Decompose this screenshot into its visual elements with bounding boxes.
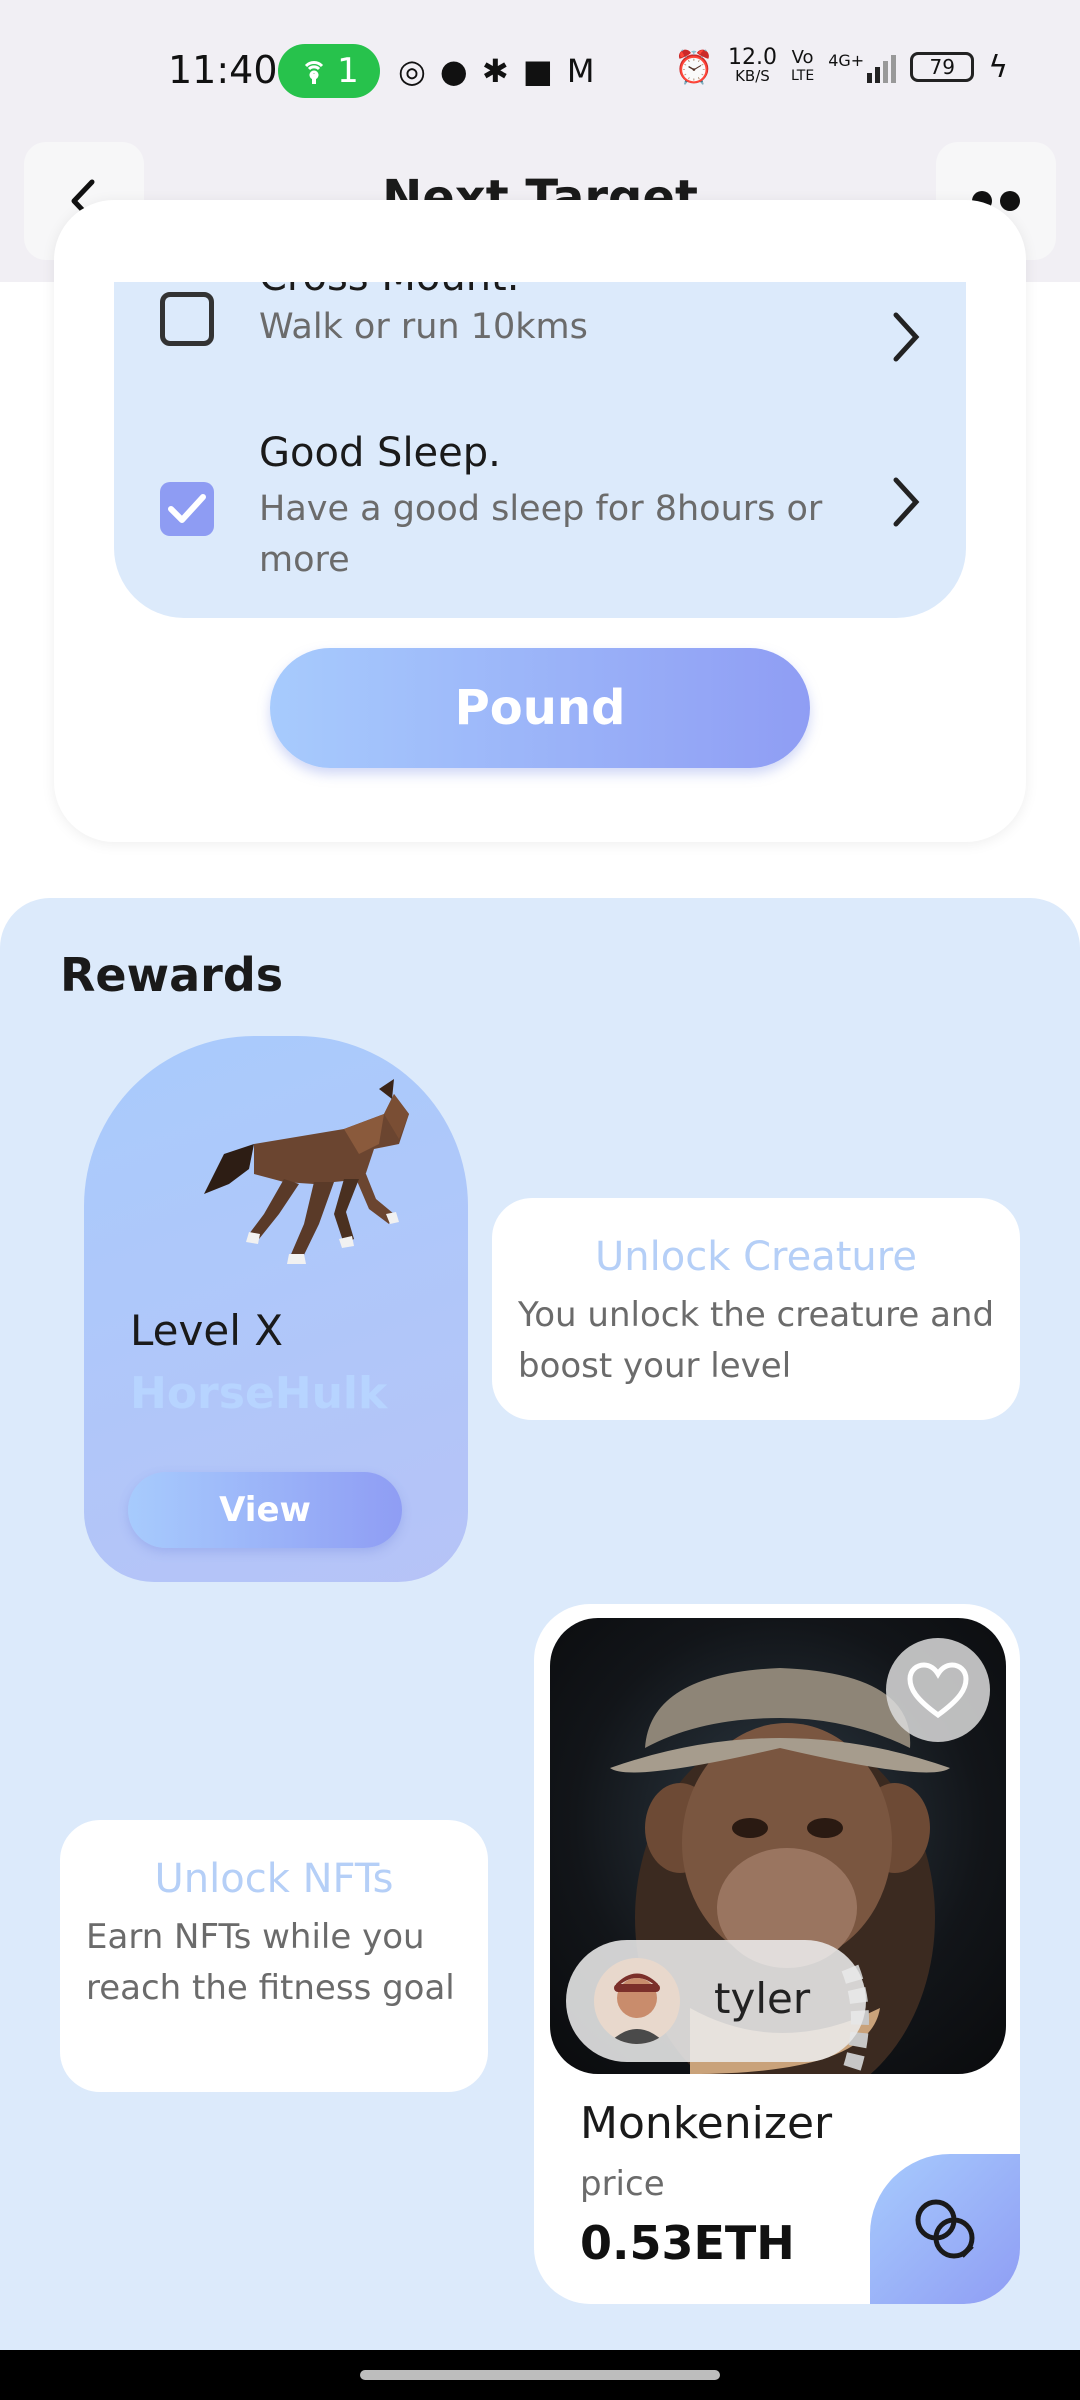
alarm-icon: ⏰	[674, 48, 714, 86]
price-label: price	[580, 2164, 665, 2204]
task-item[interactable]: Cross Mount. Walk or run 10kms	[114, 282, 966, 362]
checkmark-icon	[168, 494, 206, 523]
rewards-section: Rewards Level X HorseHulk View Unlock Cr…	[0, 898, 1080, 2350]
task-checkbox[interactable]	[160, 292, 214, 346]
home-gesture-handle[interactable]	[360, 2370, 720, 2380]
nft-name: Monkenizer	[580, 2098, 833, 2149]
unlock-creature-text: You unlock the creature and boost your l…	[518, 1295, 995, 1386]
coins-icon	[915, 2199, 975, 2259]
nft-image: tyler	[550, 1618, 1006, 2074]
creature-card[interactable]: Level X HorseHulk View	[84, 1036, 468, 1582]
creature-level: Level X	[130, 1306, 283, 1355]
system-icons: ⏰ 12.0 KB/S Vo LTE 4G+ 79 ϟ	[674, 45, 1008, 87]
notification-icons: ◎ ● ✱ ■ M	[398, 52, 595, 90]
view-button[interactable]: View	[128, 1472, 402, 1548]
nft-price: 0.53ETH	[580, 2216, 795, 2270]
app-icon: ✱	[481, 52, 509, 90]
task-description: Walk or run 10kms	[259, 307, 588, 347]
task-title: Good Sleep.	[259, 430, 501, 476]
network-type: 4G+	[828, 51, 865, 70]
volte-indicator: Vo LTE	[790, 47, 815, 85]
owner-name: tyler	[714, 1974, 811, 2023]
heart-icon	[907, 1662, 969, 1719]
creature-name: HorseHulk	[130, 1368, 388, 1419]
avatar	[594, 1958, 680, 2044]
chat-icon: ●	[439, 52, 468, 90]
owner-chip[interactable]: tyler	[566, 1940, 866, 2062]
navigation-bar	[0, 2350, 1080, 2400]
task-description: Have a good sleep for 8hours or more	[259, 489, 823, 580]
nft-card[interactable]: tyler Monkenizer price 0.53ETH	[534, 1604, 1020, 2304]
chevron-right-icon	[893, 312, 920, 362]
unlock-nfts-card: Unlock NFTs Earn NFTs while you reach th…	[60, 1820, 488, 2092]
pound-button[interactable]: Pound	[270, 648, 810, 768]
hotspot-icon	[305, 61, 324, 84]
hotspot-pill: 1	[278, 44, 380, 98]
favorite-button[interactable]	[886, 1638, 990, 1742]
battery-icon: 79	[910, 52, 975, 82]
status-time: 11:40	[168, 48, 278, 92]
status-bar: 11:40 1 ◎ ● ✱ ■ M ⏰ 12.0 KB/S Vo LTE 4G+…	[0, 0, 1080, 142]
hotspot-count: 1	[337, 51, 359, 91]
task-checkbox[interactable]	[160, 482, 214, 536]
ethereum-button[interactable]	[870, 2154, 1020, 2304]
signal-icon: 4G+	[828, 51, 897, 83]
gmail-icon: M	[566, 52, 595, 90]
horse-image	[204, 1079, 409, 1264]
unlock-creature-title: Unlock Creature	[595, 1234, 917, 1280]
unlock-nfts-text: Earn NFTs while you reach the fitness go…	[86, 1917, 455, 2008]
unlock-nfts-title: Unlock NFTs	[154, 1856, 394, 1902]
task-item[interactable]: Good Sleep. Have a good sleep for 8hours…	[114, 430, 966, 612]
rewards-title: Rewards	[60, 948, 284, 1002]
whatsapp-icon: ◎	[398, 52, 426, 90]
unlock-creature-card: Unlock Creature You unlock the creature …	[492, 1198, 1020, 1420]
task-title: Cross Mount.	[259, 282, 519, 300]
charging-icon: ϟ	[988, 49, 1008, 85]
net-speed: 12.0 KB/S	[727, 45, 777, 86]
paytm-icon: ■	[522, 52, 553, 90]
chevron-right-icon	[893, 477, 920, 527]
task-list: Cross Mount. Walk or run 10kms Good Slee…	[114, 282, 966, 618]
